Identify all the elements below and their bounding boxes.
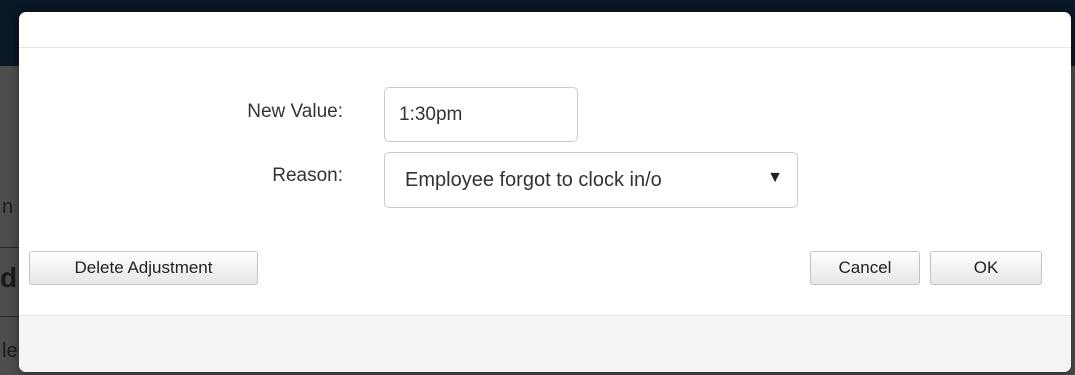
adjustment-dialog: New Value: Reason: Employee forgot to cl… [19, 12, 1071, 372]
new-value-input[interactable] [384, 87, 578, 142]
cancel-button[interactable]: Cancel [810, 251, 920, 285]
reason-label: Reason: [272, 165, 343, 186]
dialog-header [19, 12, 1071, 48]
reason-selected-value: Employee forgot to clock in/o [405, 169, 662, 191]
background-heading-fragment: d [0, 262, 18, 293]
background-text-fragment: le [2, 340, 18, 362]
new-value-label: New Value: [247, 101, 343, 122]
dropdown-arrow-icon: ▼ [767, 169, 783, 186]
background-divider [0, 247, 20, 248]
dialog-footer [19, 315, 1071, 372]
ok-button[interactable]: OK [930, 251, 1042, 285]
background-divider [0, 316, 20, 317]
delete-adjustment-button[interactable]: Delete Adjustment [29, 251, 258, 285]
reason-select[interactable]: Employee forgot to clock in/o ▼ [384, 152, 798, 208]
background-text-fragment: n [2, 196, 14, 218]
